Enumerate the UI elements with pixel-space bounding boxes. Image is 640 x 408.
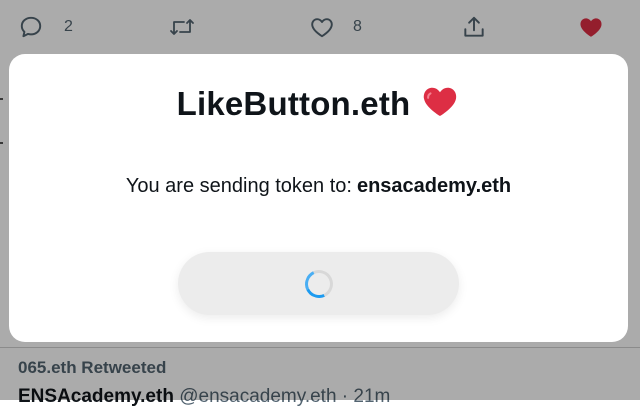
send-message-prefix: You are sending token to: (125, 175, 352, 197)
send-token-modal: LikeButton.eth You are sending token to:… (9, 54, 628, 342)
loading-spinner-icon (300, 265, 337, 302)
modal-title: LikeButton.eth (9, 82, 628, 128)
modal-title-text: LikeButton.eth (176, 85, 411, 122)
send-message: You are sending token to: ensacademy.eth (9, 175, 628, 198)
red-heart-icon (420, 82, 460, 128)
send-token-button[interactable] (178, 252, 459, 315)
recipient-name: ensacademy.eth (356, 175, 512, 197)
